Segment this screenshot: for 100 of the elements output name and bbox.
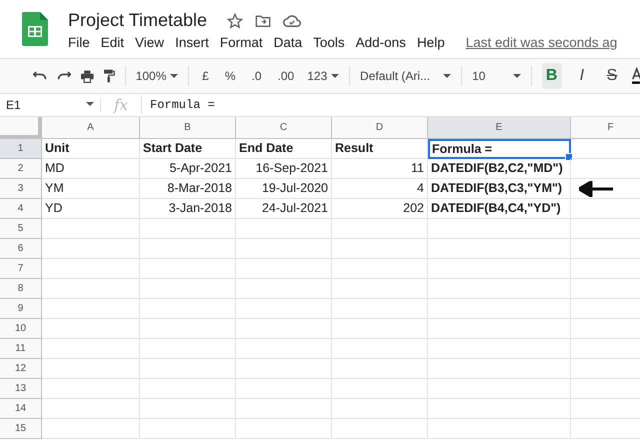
- table-cell[interactable]: [140, 219, 236, 239]
- table-cell[interactable]: [428, 359, 571, 379]
- table-cell[interactable]: Formula =: [428, 139, 571, 159]
- table-cell[interactable]: [140, 319, 236, 339]
- table-cell[interactable]: [571, 179, 640, 199]
- row-header[interactable]: 7: [0, 259, 42, 279]
- table-cell[interactable]: [428, 279, 571, 299]
- table-cell[interactable]: DATEDIF(B2,C2,"MD"): [428, 159, 571, 179]
- table-cell[interactable]: [42, 299, 140, 319]
- menu-item[interactable]: Format: [220, 35, 263, 50]
- table-cell[interactable]: [140, 259, 236, 279]
- menu-item[interactable]: Add-ons: [356, 35, 406, 50]
- table-cell[interactable]: 5-Apr-2021: [140, 159, 236, 179]
- table-cell[interactable]: [428, 319, 571, 339]
- table-cell[interactable]: 16-Sep-2021: [236, 159, 332, 179]
- table-cell[interactable]: 4: [332, 179, 428, 199]
- currency-format-button[interactable]: £: [199, 67, 212, 85]
- row-header[interactable]: 12: [0, 359, 42, 379]
- font-size-dropdown[interactable]: 10: [472, 69, 521, 83]
- row-header[interactable]: 13: [0, 379, 42, 399]
- table-cell[interactable]: [140, 299, 236, 319]
- row-header[interactable]: 10: [0, 319, 42, 339]
- row-header[interactable]: 8: [0, 279, 42, 299]
- text-style-button[interactable]: B: [542, 63, 562, 89]
- table-cell[interactable]: Start Date: [140, 139, 236, 159]
- column-header[interactable]: D: [332, 117, 428, 139]
- table-cell[interactable]: [332, 419, 428, 439]
- table-cell[interactable]: [42, 359, 140, 379]
- table-cell[interactable]: [428, 239, 571, 259]
- table-cell[interactable]: [236, 379, 332, 399]
- table-cell[interactable]: [140, 399, 236, 419]
- table-cell[interactable]: [236, 239, 332, 259]
- table-cell[interactable]: [332, 319, 428, 339]
- table-cell[interactable]: YM: [42, 179, 140, 199]
- table-cell[interactable]: [236, 279, 332, 299]
- decrease-decimals-button[interactable]: .0: [248, 67, 265, 85]
- table-cell[interactable]: Unit: [42, 139, 140, 159]
- menu-item[interactable]: Edit: [100, 35, 124, 50]
- paint-format-icon[interactable]: [104, 68, 115, 84]
- table-cell[interactable]: [140, 359, 236, 379]
- row-header[interactable]: 1: [0, 139, 42, 159]
- table-cell[interactable]: [332, 219, 428, 239]
- table-cell[interactable]: [332, 399, 428, 419]
- increase-decimals-button[interactable]: .00: [274, 67, 298, 85]
- text-style-button[interactable]: S: [602, 63, 622, 89]
- table-cell[interactable]: [428, 259, 571, 279]
- star-icon[interactable]: [227, 12, 244, 28]
- column-header[interactable]: A: [42, 117, 140, 139]
- select-all-corner[interactable]: [0, 117, 42, 139]
- menu-item[interactable]: Tools: [313, 35, 345, 50]
- table-cell[interactable]: [332, 259, 428, 279]
- table-cell[interactable]: [332, 279, 428, 299]
- table-cell[interactable]: [140, 339, 236, 359]
- table-cell[interactable]: [236, 419, 332, 439]
- table-cell[interactable]: MD: [42, 159, 140, 179]
- table-cell[interactable]: [236, 259, 332, 279]
- text-color-icon[interactable]: [632, 66, 640, 86]
- text-style-button[interactable]: I: [572, 63, 592, 89]
- percent-format-button[interactable]: %: [222, 67, 239, 85]
- table-cell[interactable]: [42, 399, 140, 419]
- document-title[interactable]: Project Timetable: [68, 10, 208, 31]
- table-cell[interactable]: [236, 219, 332, 239]
- row-header[interactable]: 14: [0, 399, 42, 419]
- table-cell[interactable]: 8-Mar-2018: [140, 179, 236, 199]
- table-cell[interactable]: [236, 319, 332, 339]
- row-header[interactable]: 2: [0, 159, 42, 179]
- table-cell[interactable]: [42, 379, 140, 399]
- menu-item[interactable]: File: [68, 35, 90, 50]
- table-cell[interactable]: [332, 339, 428, 359]
- table-cell[interactable]: DATEDIF(B3,C3,"YM"): [428, 179, 571, 199]
- table-cell[interactable]: 11: [332, 159, 428, 179]
- row-header[interactable]: 3: [0, 179, 42, 199]
- table-cell[interactable]: [42, 259, 140, 279]
- table-cell[interactable]: [140, 279, 236, 299]
- column-header[interactable]: E: [428, 117, 571, 139]
- row-header[interactable]: 15: [0, 419, 42, 439]
- table-cell[interactable]: [42, 219, 140, 239]
- cell-reference-field[interactable]: E1: [0, 98, 101, 112]
- table-cell[interactable]: [42, 279, 140, 299]
- number-format-dropdown[interactable]: 123: [307, 69, 340, 83]
- menu-item[interactable]: Insert: [175, 35, 209, 50]
- table-cell[interactable]: [236, 359, 332, 379]
- font-dropdown[interactable]: Default (Ari...: [360, 69, 452, 83]
- folder-icon[interactable]: [255, 12, 272, 28]
- table-cell[interactable]: [140, 239, 236, 259]
- table-cell[interactable]: [428, 299, 571, 319]
- table-cell[interactable]: [428, 379, 571, 399]
- print-icon[interactable]: [81, 68, 94, 84]
- table-cell[interactable]: [428, 399, 571, 419]
- menu-item[interactable]: View: [135, 35, 164, 50]
- row-header[interactable]: 11: [0, 339, 42, 359]
- sheets-logo-icon[interactable]: [22, 12, 48, 46]
- column-header[interactable]: B: [140, 117, 236, 139]
- table-cell[interactable]: [140, 419, 236, 439]
- menu-item[interactable]: Help: [416, 35, 445, 50]
- table-cell[interactable]: [332, 299, 428, 319]
- table-cell[interactable]: [332, 359, 428, 379]
- table-cell[interactable]: [332, 239, 428, 259]
- formula-field[interactable]: Formula =: [142, 98, 215, 112]
- table-cell[interactable]: YD: [42, 199, 140, 219]
